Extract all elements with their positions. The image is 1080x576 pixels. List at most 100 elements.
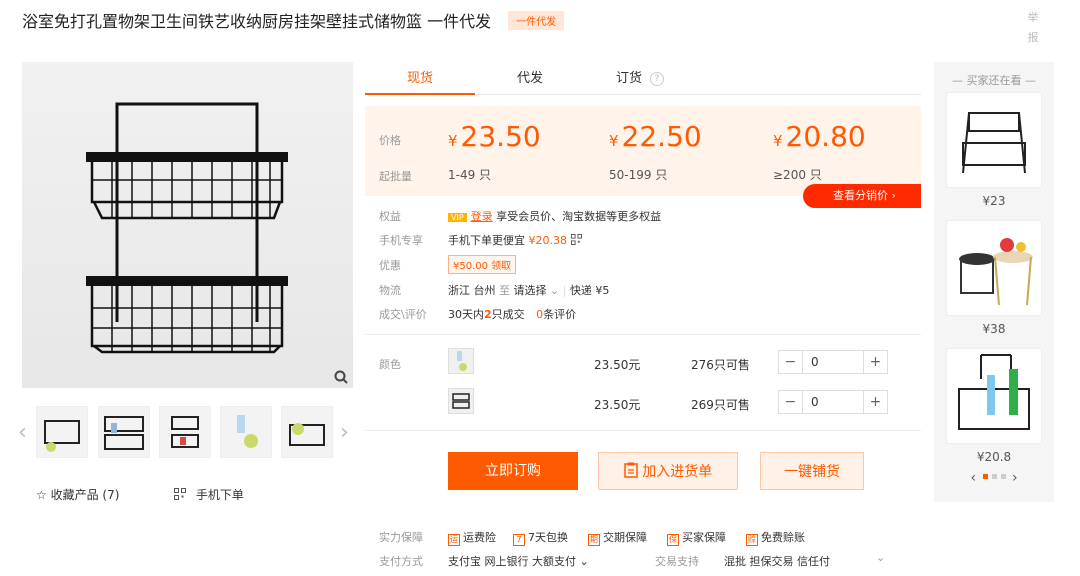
side-price-2: ¥38 (982, 322, 1006, 336)
side-header-text: 买家还在看 (966, 74, 1022, 87)
pager-dot[interactable] (991, 474, 997, 479)
logistics-label: 物流 (379, 284, 401, 297)
tab-in-stock[interactable]: 现货 (365, 62, 475, 95)
quantity-stepper-1: − 0 + (778, 350, 888, 374)
guarantee-shipping-insurance[interactable]: 运运费险 (448, 529, 496, 546)
coupon-claim-button[interactable]: ¥50.00 领取 (448, 255, 517, 274)
plus-icon[interactable]: + (863, 351, 887, 373)
trade-support-label: 交易支持 (655, 555, 699, 568)
buyers-also-viewed: — 买家还在看 — ¥23 ¥38 ¥20.8 ‹ › (934, 62, 1054, 502)
deals-suffix: 只成交 (491, 308, 525, 321)
side-product-1[interactable] (946, 92, 1042, 188)
tab-order[interactable]: 订货? (585, 62, 695, 95)
trade-support-items: 混批 担保交易 信任付 (724, 555, 830, 568)
qty-tier-2: 50-199 只 (609, 168, 668, 182)
color-label: 颜色 (379, 358, 401, 371)
qty-tier-1: 1-49 只 (448, 168, 492, 182)
thumb-next-icon[interactable]: › (340, 420, 349, 445)
thumbnail-4[interactable] (220, 406, 272, 458)
price-tier-2: ¥22.50 (609, 120, 702, 153)
mobile-order-label: 手机下单 (195, 488, 244, 502)
minus-icon[interactable]: − (779, 391, 803, 413)
thumb-prev-icon[interactable]: ‹ (18, 420, 27, 445)
price-label: 价格 (379, 134, 401, 147)
pager-dot[interactable] (1000, 474, 1006, 479)
express-fee: 快递 ¥5 (569, 284, 610, 297)
to-text: 至 (499, 284, 510, 297)
quantity-stepper-2: − 0 + (778, 390, 888, 414)
side-product-2[interactable] (946, 220, 1042, 316)
chevron-down-icon[interactable]: ⌄ (876, 551, 885, 564)
review-suffix[interactable]: 条评价 (543, 308, 576, 321)
guarantee-text: 买家保障 (682, 531, 726, 544)
help-icon[interactable]: ? (650, 72, 664, 86)
wire-rack-illustration (86, 102, 288, 354)
buy-now-button[interactable]: 立即订购 (448, 452, 578, 490)
price-tier-1: ¥23.50 (448, 120, 541, 153)
guarantee-7day-exchange[interactable]: 7 7天包换 (513, 529, 568, 546)
side-product-3[interactable] (946, 348, 1042, 444)
variant-image-1[interactable] (448, 348, 474, 374)
mobile-order-link[interactable]: 手机下单 (174, 486, 244, 503)
side-prev-icon[interactable]: ‹ (970, 470, 976, 486)
guarantee-text: 7天包换 (528, 531, 568, 544)
divider (365, 430, 921, 431)
qr-code-icon (174, 488, 190, 502)
minus-icon[interactable]: − (779, 351, 803, 373)
exchange-icon: 7 (513, 534, 525, 546)
zoom-icon[interactable] (334, 370, 348, 387)
add-to-cart-button[interactable]: 加入进货单 (598, 452, 738, 490)
guarantee-text: 运费险 (463, 531, 496, 544)
thumbnail-1[interactable] (36, 406, 88, 458)
deals-prefix: 30天内 (448, 308, 484, 321)
side-next-icon[interactable]: › (1012, 470, 1018, 486)
thumbnail-2[interactable] (98, 406, 150, 458)
report-link[interactable]: 举报 (1026, 8, 1040, 48)
mobile-exclusive-label: 手机专享 (379, 234, 423, 247)
credit-icon: 赊 (746, 534, 758, 546)
destination-select[interactable]: 请选择 (514, 284, 547, 297)
main-product-image[interactable] (22, 62, 353, 388)
variant-stock-1: 276只可售 (691, 358, 750, 372)
payment-label: 支付方式 (379, 555, 423, 568)
plus-icon[interactable]: + (863, 391, 887, 413)
mobile-qr-icon[interactable] (570, 234, 582, 247)
clipboard-icon (624, 462, 642, 480)
benefit-text: 享受会员价、淘宝数据等更多权益 (496, 210, 662, 223)
discount-label: 优惠 (379, 259, 401, 272)
guarantee-text: 免费赊账 (761, 531, 805, 544)
variant-price-2: 23.50元 (594, 398, 641, 412)
side-price-3: ¥20.8 (976, 450, 1012, 464)
product-title-text: 浴室免打孔置物架卫生间铁艺收纳厨房挂架壁挂式储物篮 一件代发 (22, 12, 492, 31)
variant-stock-2: 269只可售 (691, 398, 750, 412)
thumbnail-3[interactable] (159, 406, 211, 458)
thumbnail-5[interactable] (281, 406, 333, 458)
logistics-row: 浙江 台州 至 请选择 ⌄ | 快递 ¥5 (448, 282, 609, 298)
login-link[interactable]: 登录 (471, 210, 493, 223)
price-value: 23.50 (460, 120, 541, 153)
pager-dot-active[interactable] (982, 474, 988, 479)
divider (365, 334, 921, 335)
currency-symbol: ¥ (448, 132, 458, 150)
favorite-button[interactable]: ☆ 收藏产品 (7) (36, 486, 119, 503)
delivery-icon: 期 (588, 534, 600, 546)
shipping-insurance-icon: 运 (448, 534, 460, 546)
tab-dropship[interactable]: 代发 (475, 62, 585, 95)
variant-image-2[interactable] (448, 388, 474, 414)
mobile-exclusive-row: 手机下单更便宜 ¥20.38 (448, 232, 582, 248)
guarantee-free-credit[interactable]: 赊免费赊账 (746, 529, 805, 546)
guarantee-buyer-protection[interactable]: 保买家保障 (667, 529, 726, 546)
side-header: — 买家还在看 — (952, 74, 1036, 87)
tab-order-label: 订货 (615, 71, 642, 86)
payment-methods[interactable]: 支付宝 网上银行 大额支付 ⌄ (448, 553, 589, 569)
one-click-distribute-button[interactable]: 一键铺货 (760, 452, 864, 490)
guarantee-delivery[interactable]: 期交期保障 (588, 529, 647, 546)
vip-badge: VIP (448, 213, 467, 222)
chevron-down-icon[interactable]: ⌄ (550, 284, 559, 297)
view-distribution-price-button[interactable]: 查看分销价 › (803, 184, 921, 208)
variant-price-1: 23.50元 (594, 358, 641, 372)
currency-symbol: ¥ (609, 132, 619, 150)
mobile-text: 手机下单更便宜 (448, 234, 525, 247)
quantity-input-2[interactable]: 0 (811, 391, 819, 413)
quantity-input-1[interactable]: 0 (811, 351, 819, 373)
